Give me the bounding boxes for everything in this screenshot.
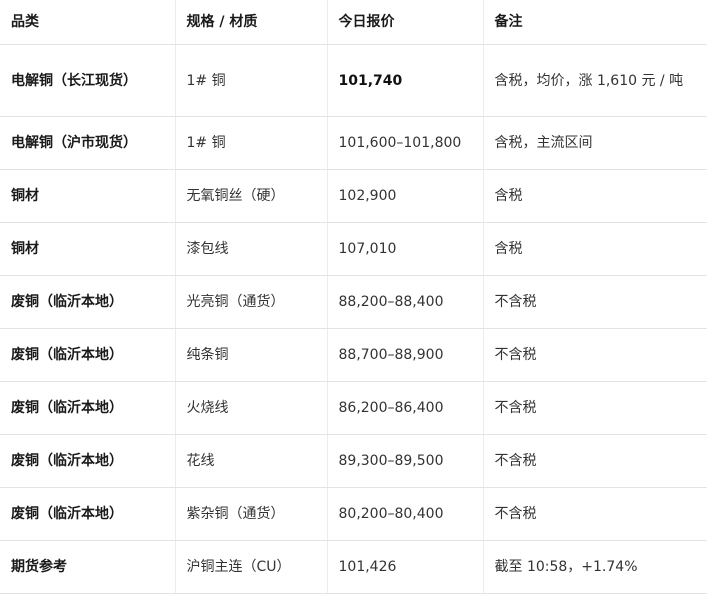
price-cell: 88,200–88,400: [326, 275, 483, 329]
copper-price-table: 品类 规格 / 材质 今日报价 备注 电解铜（长江现货） 1# 铜 101,74…: [0, 0, 707, 594]
category-cell: 废铜（临沂本地）: [0, 487, 175, 541]
note-cell: 不含税: [482, 381, 707, 435]
price-cell: 88,700–88,900: [326, 328, 483, 382]
note-cell: 不含税: [482, 328, 707, 382]
note-cell: 含税: [482, 222, 707, 276]
spec-cell: 沪铜主连（CU）: [174, 540, 327, 594]
table-row: 期货参考 沪铜主连（CU） 101,426 截至 10:58，+1.74%: [0, 540, 707, 594]
header-row: 品类 规格 / 材质 今日报价 备注: [0, 0, 707, 45]
table-header: 品类 规格 / 材质 今日报价 备注: [0, 0, 707, 45]
table-row: 铜材 漆包线 107,010 含税: [0, 222, 707, 276]
table-row: 铜材 无氧铜丝（硬） 102,900 含税: [0, 169, 707, 223]
price-cell: 86,200–86,400: [326, 381, 483, 435]
spec-cell: 无氧铜丝（硬）: [174, 169, 327, 223]
note-cell: 截至 10:58，+1.74%: [482, 540, 707, 594]
header-category: 品类: [0, 0, 175, 45]
table-row: 废铜（临沂本地） 光亮铜（通货） 88,200–88,400 不含税: [0, 275, 707, 329]
spec-cell: 光亮铜（通货）: [174, 275, 327, 329]
spec-cell: 1# 铜: [174, 116, 327, 170]
note-cell: 含税: [482, 169, 707, 223]
category-cell: 期货参考: [0, 540, 175, 594]
category-cell: 废铜（临沂本地）: [0, 275, 175, 329]
category-cell: 电解铜（长江现货）: [0, 44, 175, 117]
table-row: 电解铜（长江现货） 1# 铜 101,740 含税，均价，涨 1,610 元 /…: [0, 44, 707, 117]
note-cell: 不含税: [482, 434, 707, 488]
price-cell: 101,426: [326, 540, 483, 594]
category-cell: 铜材: [0, 169, 175, 223]
price-cell: 102,900: [326, 169, 483, 223]
table-row: 废铜（临沂本地） 紫杂铜（通货） 80,200–80,400 不含税: [0, 487, 707, 541]
table-row: 电解铜（沪市现货） 1# 铜 101,600–101,800 含税，主流区间: [0, 116, 707, 170]
spec-cell: 火烧线: [174, 381, 327, 435]
spec-cell: 漆包线: [174, 222, 327, 276]
category-cell: 废铜（临沂本地）: [0, 381, 175, 435]
table-row: 废铜（临沂本地） 花线 89,300–89,500 不含税: [0, 434, 707, 488]
category-cell: 废铜（临沂本地）: [0, 434, 175, 488]
price-cell: 89,300–89,500: [326, 434, 483, 488]
price-cell: 101,740: [326, 44, 483, 117]
header-note: 备注: [482, 0, 707, 45]
price-cell: 80,200–80,400: [326, 487, 483, 541]
note-cell: 不含税: [482, 487, 707, 541]
table-row: 废铜（临沂本地） 纯条铜 88,700–88,900 不含税: [0, 328, 707, 382]
header-price: 今日报价: [326, 0, 483, 45]
spec-cell: 花线: [174, 434, 327, 488]
header-spec: 规格 / 材质: [174, 0, 327, 45]
spec-cell: 紫杂铜（通货）: [174, 487, 327, 541]
price-cell: 107,010: [326, 222, 483, 276]
note-cell: 不含税: [482, 275, 707, 329]
spec-cell: 纯条铜: [174, 328, 327, 382]
table-row: 废铜（临沂本地） 火烧线 86,200–86,400 不含税: [0, 381, 707, 435]
spec-cell: 1# 铜: [174, 44, 327, 117]
category-cell: 铜材: [0, 222, 175, 276]
table-body: 电解铜（长江现货） 1# 铜 101,740 含税，均价，涨 1,610 元 /…: [0, 44, 707, 594]
category-cell: 废铜（临沂本地）: [0, 328, 175, 382]
note-cell: 含税，主流区间: [482, 116, 707, 170]
category-cell: 电解铜（沪市现货）: [0, 116, 175, 170]
price-cell: 101,600–101,800: [326, 116, 483, 170]
note-cell: 含税，均价，涨 1,610 元 / 吨: [482, 44, 707, 117]
